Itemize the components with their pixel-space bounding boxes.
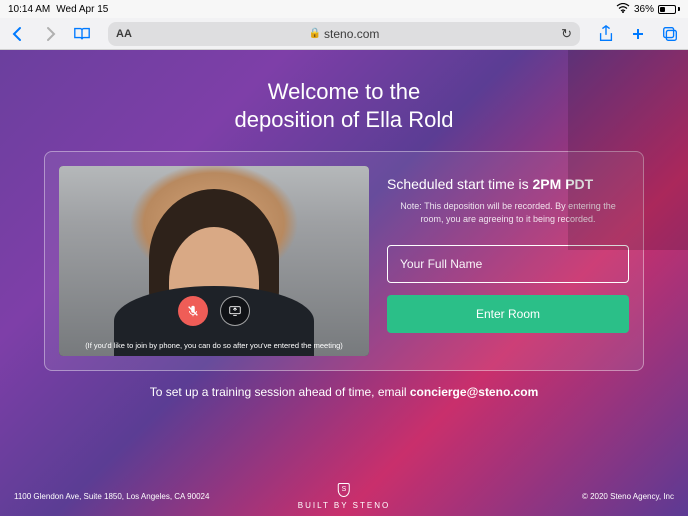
- lock-icon: 🔒: [309, 28, 321, 39]
- bookmarks-button[interactable]: [70, 22, 94, 46]
- enter-room-button[interactable]: Enter Room: [387, 295, 629, 333]
- footer-copyright: © 2020 Steno Agency, Inc: [582, 492, 674, 501]
- video-preview: (If you'd like to join by phone, you can…: [59, 166, 369, 356]
- join-card: (If you'd like to join by phone, you can…: [44, 151, 644, 371]
- concierge-email[interactable]: concierge@steno.com: [410, 385, 538, 399]
- heading-line-2: deposition of Ella Rold: [0, 106, 688, 134]
- status-date: Wed Apr 15: [56, 4, 108, 15]
- steno-shield-icon: S: [338, 483, 350, 497]
- full-name-input[interactable]: [387, 245, 629, 283]
- wifi-icon: [616, 3, 630, 16]
- back-button[interactable]: [6, 22, 30, 46]
- join-form: Scheduled start time is 2PM PDT Note: Th…: [387, 166, 629, 356]
- refresh-button[interactable]: ↻: [561, 26, 572, 42]
- ios-status-bar: 10:14 AM Wed Apr 15 36%: [0, 0, 688, 18]
- forward-button[interactable]: [38, 22, 62, 46]
- recording-note: Note: This deposition will be recorded. …: [387, 200, 629, 225]
- page-content: Welcome to the deposition of Ella Rold (…: [0, 50, 688, 516]
- text-size-button[interactable]: AA: [116, 28, 132, 40]
- battery-icon: [658, 5, 680, 14]
- battery-percent: 36%: [634, 4, 654, 15]
- page-heading: Welcome to the deposition of Ella Rold: [0, 50, 688, 151]
- footer-brand: BUILT BY STENO: [298, 501, 390, 510]
- tabs-button[interactable]: [658, 22, 682, 46]
- new-tab-button[interactable]: [626, 22, 650, 46]
- scheduled-time: Scheduled start time is 2PM PDT: [387, 176, 629, 192]
- footer-address: 1100 Glendon Ave, Suite 1850, Los Angele…: [14, 492, 209, 501]
- training-text: To set up a training session ahead of ti…: [0, 385, 688, 400]
- safari-toolbar: AA 🔒 steno.com ↻: [0, 18, 688, 50]
- heading-line-1: Welcome to the: [0, 78, 688, 106]
- address-bar[interactable]: AA 🔒 steno.com ↻: [108, 22, 580, 46]
- screen-share-button[interactable]: [220, 296, 250, 326]
- url-text: steno.com: [324, 27, 379, 41]
- status-time: 10:14 AM: [8, 4, 50, 15]
- share-button[interactable]: [594, 22, 618, 46]
- video-join-note: (If you'd like to join by phone, you can…: [59, 341, 369, 350]
- mute-mic-button[interactable]: [178, 296, 208, 326]
- page-footer: 1100 Glendon Ave, Suite 1850, Los Angele…: [0, 476, 688, 516]
